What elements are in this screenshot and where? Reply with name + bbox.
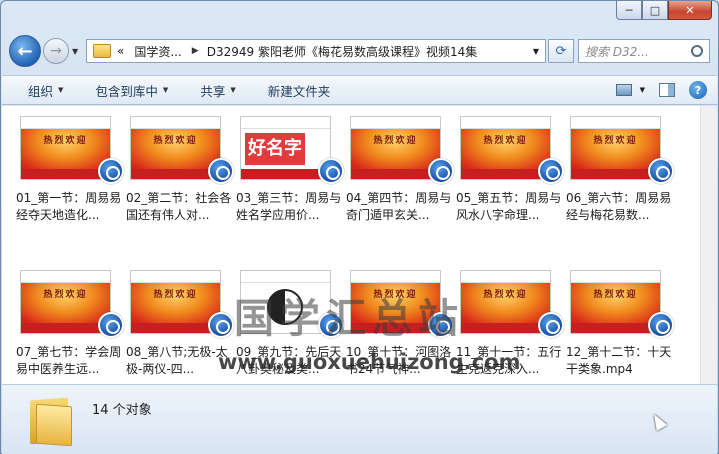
file-item[interactable]: 热烈欢迎 12_第十二节：十天干类象.mp4 bbox=[566, 270, 676, 384]
slide-title: 好名字 bbox=[245, 133, 305, 165]
folder-icon bbox=[30, 395, 74, 447]
file-item[interactable]: 热烈欢迎 01_第一节：周易易经夺天地造化... bbox=[16, 116, 126, 256]
file-list-view[interactable]: 热烈欢迎 01_第一节：周易易经夺天地造化... 热烈欢迎 02_第二节：社会各国还有… bbox=[2, 106, 717, 384]
slide-title: 热烈欢迎 bbox=[483, 136, 528, 146]
media-player-icon bbox=[98, 312, 124, 338]
slide-header bbox=[461, 117, 550, 129]
media-player-icon bbox=[648, 312, 674, 338]
file-name[interactable]: 12_第十二节：十天干类象.mp4 bbox=[566, 344, 672, 378]
chevron-down-icon: ▼ bbox=[58, 86, 64, 94]
share-button[interactable]: 共享 ▼ bbox=[200, 81, 235, 100]
watermark-text: 国学汇总站 bbox=[234, 296, 464, 342]
breadcrumb-root[interactable]: « bbox=[117, 44, 124, 58]
help-icon[interactable]: ? bbox=[689, 81, 707, 99]
file-item[interactable]: 好名字 03_第三节：周易与姓名学应用价... bbox=[236, 116, 346, 256]
explorer-window: ─ □ ✕ ← → ▼ « 国学资... ▶ D32949 紫阳老师《梅花易数高… bbox=[0, 0, 719, 454]
slide-header bbox=[571, 271, 660, 283]
slide-title: 热烈欢迎 bbox=[483, 290, 528, 300]
file-item[interactable]: 热烈欢迎 02_第二节：社会各国还有伟人对... bbox=[126, 116, 236, 256]
change-view-icon[interactable] bbox=[615, 84, 632, 96]
close-button[interactable]: ✕ bbox=[668, 1, 712, 20]
caption-buttons: ─ □ ✕ bbox=[616, 1, 712, 21]
breadcrumb-item[interactable]: 国学资... bbox=[134, 43, 181, 60]
file-item[interactable]: 热烈欢迎 06_第六节：周易易经与梅花易数... bbox=[566, 116, 676, 256]
slide-header bbox=[241, 271, 330, 283]
slide-header bbox=[461, 271, 550, 283]
slide-header bbox=[351, 117, 440, 129]
address-bar[interactable]: « 国学资... ▶ D32949 紫阳老师《梅花易数高级课程》视频14集 ▼ bbox=[86, 39, 546, 63]
file-name[interactable]: 02_第二节：社会各国还有伟人对... bbox=[126, 190, 232, 224]
watermark-url: www.guoxuehuizong.com bbox=[218, 350, 521, 374]
mouse-cursor-icon bbox=[648, 411, 668, 431]
preview-pane-icon[interactable] bbox=[659, 83, 675, 97]
media-player-icon bbox=[538, 158, 564, 184]
slide-header bbox=[571, 117, 660, 129]
chevron-down-icon[interactable]: ▼ bbox=[533, 47, 539, 56]
media-player-icon bbox=[648, 158, 674, 184]
file-name[interactable]: 05_第五节：周易与风水八字命理... bbox=[456, 190, 562, 224]
file-item[interactable]: 热烈欢迎 05_第五节：周易与风水八字命理... bbox=[456, 116, 566, 256]
slide-title: 热烈欢迎 bbox=[373, 136, 418, 146]
file-name[interactable]: 04_第四节：周易与奇门遁甲玄关... bbox=[346, 190, 452, 224]
chevron-down-icon: ▼ bbox=[230, 86, 236, 94]
slide-title: 热烈欢迎 bbox=[153, 136, 198, 146]
search-placeholder: 搜索 D32... bbox=[585, 44, 649, 59]
search-icon[interactable] bbox=[691, 45, 703, 57]
minimize-button[interactable]: ─ bbox=[616, 1, 642, 20]
include-label: 包含到库中 bbox=[95, 83, 158, 99]
refresh-icon: ⟳ bbox=[555, 43, 567, 59]
details-pane: 14 个对象 bbox=[2, 384, 717, 454]
file-name[interactable]: 01_第一节：周易易经夺天地造化... bbox=[16, 190, 122, 224]
file-name[interactable]: 07_第七节：学会周易中医养生远... bbox=[16, 344, 122, 378]
toolbar-right: ▼ ? bbox=[615, 81, 707, 99]
chevron-down-icon[interactable]: ▼ bbox=[640, 86, 645, 94]
new-folder-label: 新建文件夹 bbox=[267, 83, 331, 99]
breadcrumb-current[interactable]: D32949 紫阳老师《梅花易数高级课程》视频14集 bbox=[207, 43, 478, 60]
chevron-right-icon[interactable]: ▶ bbox=[192, 46, 199, 56]
vertical-scrollbar[interactable] bbox=[700, 106, 717, 384]
file-name[interactable]: 08_第八节;无极-太极-两仪-四... bbox=[126, 344, 232, 378]
slide-header bbox=[131, 271, 220, 283]
organize-label: 组织 bbox=[28, 83, 54, 99]
item-count: 14 个对象 bbox=[92, 403, 152, 418]
navigation-bar: ← → ▼ « 国学资... ▶ D32949 紫阳老师《梅花易数高级课程》视频… bbox=[9, 33, 710, 69]
media-player-icon bbox=[208, 158, 234, 184]
media-player-icon bbox=[208, 312, 234, 338]
slide-title: 热烈欢迎 bbox=[43, 290, 88, 300]
slide-header bbox=[241, 117, 330, 129]
search-input[interactable]: 搜索 D32... bbox=[578, 39, 710, 63]
media-player-icon bbox=[538, 312, 564, 338]
slide-header bbox=[21, 271, 110, 283]
organize-button[interactable]: 组织 ▼ bbox=[28, 81, 63, 100]
forward-button[interactable]: → bbox=[43, 38, 69, 64]
new-folder-button[interactable]: 新建文件夹 bbox=[268, 81, 331, 100]
slide-header bbox=[21, 117, 110, 129]
share-label: 共享 bbox=[200, 83, 226, 99]
file-item[interactable]: 热烈欢迎 04_第四节：周易与奇门遁甲玄关... bbox=[346, 116, 456, 256]
back-button[interactable]: ← bbox=[9, 35, 41, 67]
command-toolbar: 组织 ▼ 包含到库中 ▼ 共享 ▼ 新建文件夹 ▼ ? bbox=[2, 75, 717, 105]
file-name[interactable]: 03_第三节：周易与姓名学应用价... bbox=[236, 190, 342, 224]
media-player-icon bbox=[98, 158, 124, 184]
include-in-library-button[interactable]: 包含到库中 ▼ bbox=[95, 81, 168, 100]
file-name[interactable]: 06_第六节：周易易经与梅花易数... bbox=[566, 190, 672, 224]
slide-title: 热烈欢迎 bbox=[43, 136, 88, 146]
refresh-button[interactable]: ⟳ bbox=[548, 39, 574, 63]
slide-title: 热烈欢迎 bbox=[153, 290, 198, 300]
chevron-down-icon: ▼ bbox=[162, 86, 169, 94]
media-player-icon bbox=[428, 158, 454, 184]
folder-icon bbox=[93, 44, 111, 58]
slide-title: 热烈欢迎 bbox=[593, 136, 638, 146]
slide-header bbox=[351, 271, 440, 283]
slide-title: 热烈欢迎 bbox=[593, 290, 638, 300]
recent-pages-dropdown[interactable]: ▼ bbox=[72, 47, 82, 56]
file-item[interactable]: 热烈欢迎 07_第七节：学会周易中医养生远... bbox=[16, 270, 126, 384]
slide-header bbox=[131, 117, 220, 129]
media-player-icon bbox=[318, 158, 344, 184]
maximize-button[interactable]: □ bbox=[642, 1, 668, 20]
